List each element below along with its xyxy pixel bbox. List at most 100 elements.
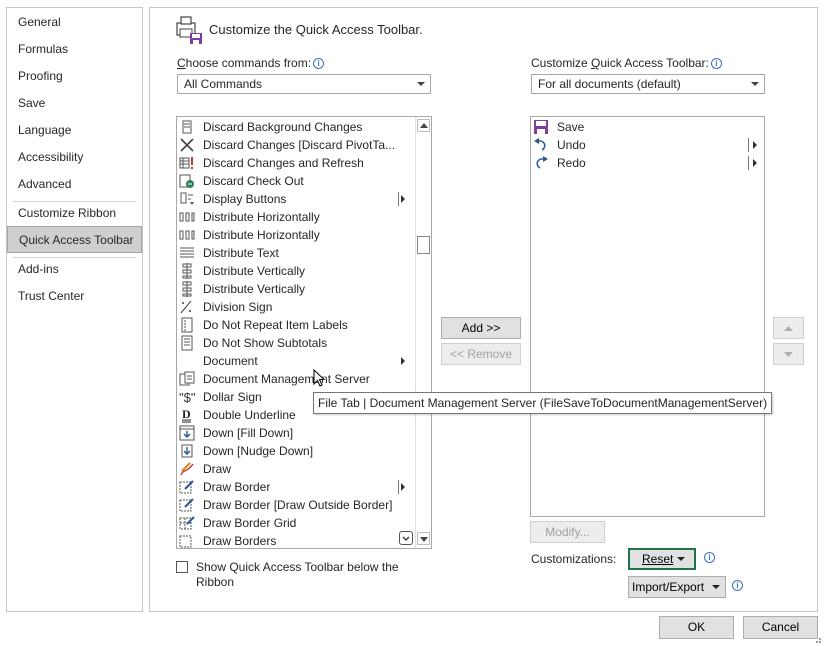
command-item[interactable]: Document xyxy=(177,352,413,370)
customizations-label: Customizations: xyxy=(531,552,617,566)
remove-button[interactable]: << Remove xyxy=(441,343,521,365)
qat-item[interactable]: Save xyxy=(531,118,764,136)
customize-qat-value: For all documents (default) xyxy=(538,77,681,91)
command-item[interactable]: Do Not Repeat Item Labels xyxy=(177,316,413,334)
command-item-label: Distribute Horizontally xyxy=(203,210,320,224)
command-item[interactable]: Display Buttons xyxy=(177,190,413,208)
distribute-text-icon xyxy=(180,247,194,258)
nudge-down-icon xyxy=(181,444,193,458)
commands-list[interactable]: Discard Background Changes Discard Change… xyxy=(176,116,432,549)
command-item[interactable]: Down [Fill Down] xyxy=(177,424,413,442)
command-item[interactable]: Distribute Text xyxy=(177,244,413,262)
command-item[interactable]: Discard Changes [Discard PivotTa... xyxy=(177,136,413,154)
info-icon[interactable]: i xyxy=(732,580,743,591)
command-item[interactable]: Discard Changes and Refresh xyxy=(177,154,413,172)
nav-item-quick-access-toolbar[interactable]: Quick Access Toolbar xyxy=(7,226,142,253)
customize-qat-label-text: Customize xyxy=(531,56,592,70)
distribute-v-icon xyxy=(182,263,192,279)
nav-item-accessibility[interactable]: Accessibility xyxy=(7,144,142,171)
command-item-label: Down [Nudge Down] xyxy=(203,444,314,458)
dollar-icon: "$" xyxy=(179,390,195,405)
resize-grip-icon[interactable] xyxy=(812,634,822,644)
quick-access-toolbar-icon xyxy=(176,16,202,44)
add-button[interactable]: Add >> xyxy=(441,317,521,339)
command-item-label: Draw xyxy=(203,462,232,476)
reset-label: Reset xyxy=(642,552,674,566)
choose-commands-accelerator: C xyxy=(177,56,186,70)
command-item[interactable]: Draw xyxy=(177,460,413,478)
draw-icon xyxy=(180,462,194,476)
info-icon[interactable]: i xyxy=(710,58,722,70)
choose-commands-dropdown[interactable]: All Commands xyxy=(177,74,431,94)
command-item[interactable]: Down [Nudge Down] xyxy=(177,442,413,460)
command-item-label: Draw Border [Draw Outside Border] xyxy=(203,498,393,512)
distribute-v-icon xyxy=(182,281,192,297)
nav-item-proofing[interactable]: Proofing xyxy=(7,63,142,90)
show-below-ribbon-checkbox[interactable] xyxy=(176,561,188,573)
command-item-label: Down [Fill Down] xyxy=(203,426,294,440)
command-item[interactable]: Division Sign xyxy=(177,298,413,316)
draw-border-grid-icon xyxy=(179,516,195,530)
info-icon[interactable]: i xyxy=(704,552,715,563)
nav-item-add-ins[interactable]: Add-ins xyxy=(7,256,142,283)
command-item-label: Division Sign xyxy=(203,300,273,314)
x-icon xyxy=(180,138,194,152)
command-item-label: Distribute Horizontally xyxy=(203,228,320,242)
nav-item-formulas[interactable]: Formulas xyxy=(7,36,142,63)
command-item[interactable]: Distribute Vertically xyxy=(177,280,413,298)
command-item[interactable]: Draw Border xyxy=(177,478,413,496)
chevron-right-icon xyxy=(401,195,405,203)
import-export-button[interactable]: Import/Export xyxy=(628,576,726,598)
svg-text:D: D xyxy=(182,407,191,421)
svg-text:"$": "$" xyxy=(179,390,195,405)
command-item[interactable]: Document Management Server xyxy=(177,370,413,388)
item-labels-icon xyxy=(181,317,193,333)
customize-qat-dropdown[interactable]: For all documents (default) xyxy=(531,74,765,94)
commands-scrollbar[interactable] xyxy=(415,117,431,548)
info-icon[interactable]: i xyxy=(313,58,325,70)
customize-qat-label-rest: uick Access Toolbar: xyxy=(600,56,709,70)
command-tooltip: File Tab | Document Management Server (F… xyxy=(313,392,773,414)
command-item-label: Distribute Vertically xyxy=(203,264,306,278)
customize-qat-label: Customize Quick Access Toolbar: i xyxy=(531,56,722,70)
command-item-label: Do Not Repeat Item Labels xyxy=(203,318,348,332)
choose-commands-label-text: hoose commands from: xyxy=(185,56,312,70)
undo-icon xyxy=(534,138,546,151)
qat-items-list[interactable]: Save Undo Redo xyxy=(530,116,765,517)
command-item[interactable]: Draw Borders xyxy=(177,532,413,548)
reset-button[interactable]: Reset xyxy=(628,548,696,570)
ok-button[interactable]: OK xyxy=(659,616,734,639)
command-item[interactable]: Discard Check Out xyxy=(177,172,413,190)
command-item-label: Distribute Vertically xyxy=(203,282,306,296)
scroll-down-button[interactable] xyxy=(417,532,430,545)
submenu-divider xyxy=(748,138,749,152)
command-item[interactable]: Distribute Horizontally xyxy=(177,208,413,226)
move-down-button[interactable] xyxy=(773,343,804,365)
nav-item-language[interactable]: Language xyxy=(7,117,142,144)
qat-item[interactable]: Undo xyxy=(531,136,764,154)
expand-icon[interactable] xyxy=(399,531,413,545)
scroll-thumb[interactable] xyxy=(417,236,430,254)
cancel-button[interactable]: Cancel xyxy=(743,616,818,639)
command-item[interactable]: Distribute Horizontally xyxy=(177,226,413,244)
nav-item-trust-center[interactable]: Trust Center xyxy=(7,283,142,310)
command-item[interactable]: Discard Background Changes xyxy=(177,118,413,136)
modify-button[interactable]: Modify... xyxy=(530,521,605,543)
command-item[interactable]: Do Not Show Subtotals xyxy=(177,334,413,352)
nav-item-customize-ribbon[interactable]: Customize Ribbon xyxy=(7,200,142,227)
choose-commands-label: Choose commands from: i xyxy=(177,56,325,70)
qat-item[interactable]: Redo xyxy=(531,154,764,172)
command-item[interactable]: Distribute Vertically xyxy=(177,262,413,280)
command-item[interactable]: Draw Border [Draw Outside Border] xyxy=(177,496,413,514)
scroll-up-button[interactable] xyxy=(417,119,430,132)
chevron-right-icon xyxy=(753,141,757,149)
show-below-ribbon-label-line1: Show Quick Access Toolbar below the xyxy=(196,560,399,574)
draw-border-icon xyxy=(179,498,194,512)
nav-item-advanced[interactable]: Advanced xyxy=(7,171,142,198)
qat-item-label: Undo xyxy=(557,138,586,152)
nav-item-general[interactable]: General xyxy=(7,9,142,36)
nav-item-save[interactable]: Save xyxy=(7,90,142,117)
command-item-label: Discard Changes [Discard PivotTa... xyxy=(203,138,396,152)
move-up-button[interactable] xyxy=(773,317,804,339)
command-item[interactable]: Draw Border Grid xyxy=(177,514,413,532)
